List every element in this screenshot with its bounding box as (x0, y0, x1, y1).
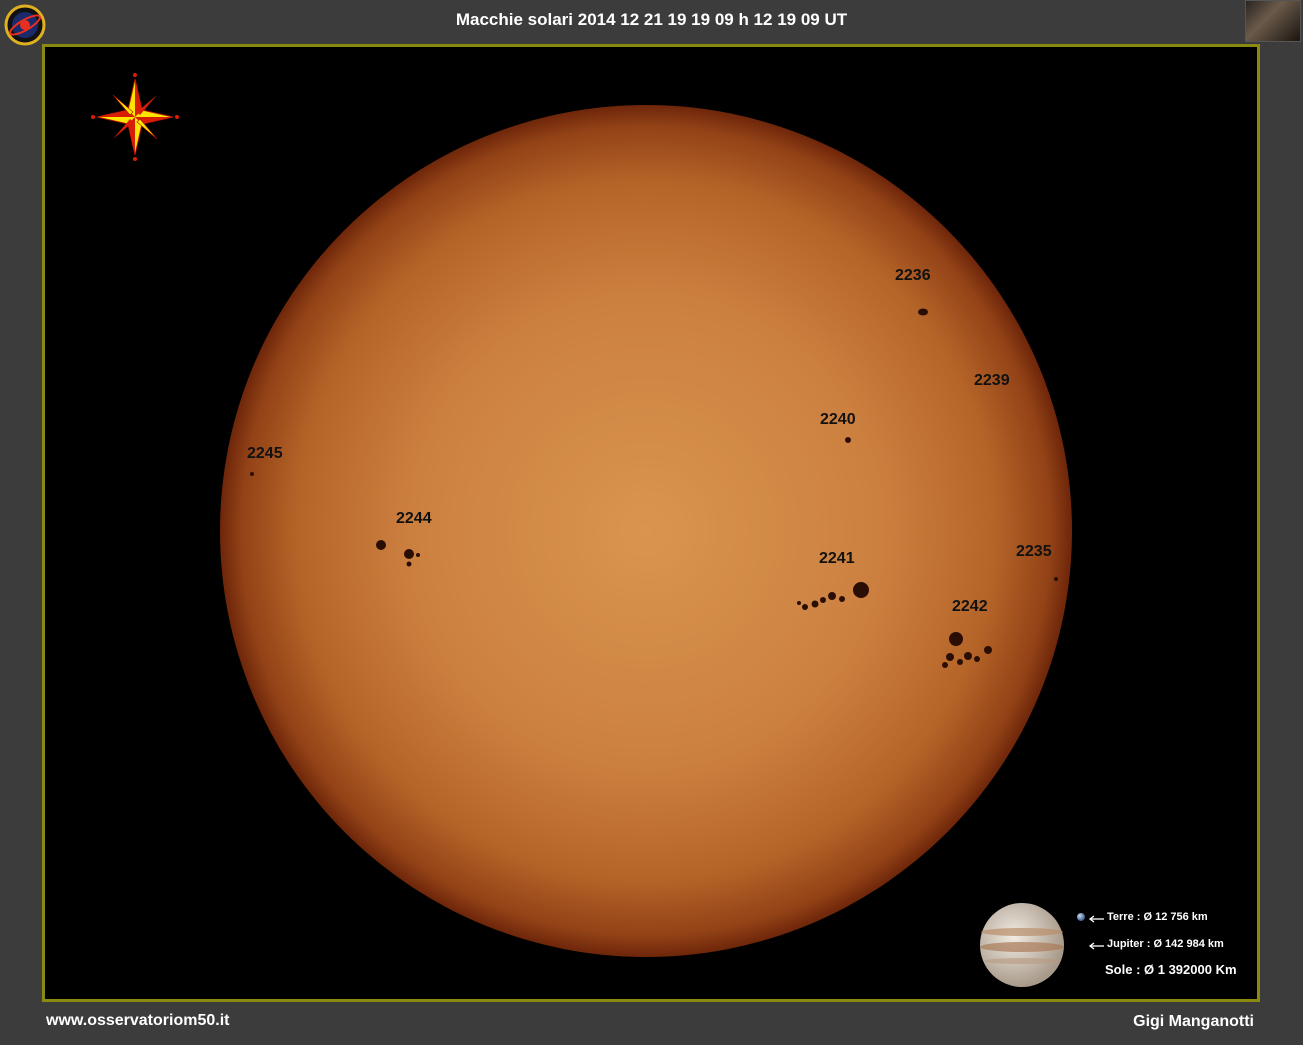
author-credit: Gigi Manganotti (1133, 1013, 1254, 1030)
sunspot-2244-b (404, 549, 414, 559)
sunspot-2236 (918, 308, 928, 316)
sunspot-label-2235: 2235 (1016, 543, 1052, 560)
sunspot-label-2239: 2239 (974, 372, 1010, 389)
legend-earth: Terre : Ø 12 756 km (1107, 911, 1208, 923)
sunspot-2241-a (828, 592, 836, 600)
earth-comparison (1077, 913, 1085, 921)
legend-jupiter: Jupiter : Ø 142 984 km (1107, 938, 1224, 950)
sunspot-2242-main (949, 632, 963, 646)
image-frame: 2236 2239 2240 2245 2244 2241 2235 2242 … (42, 44, 1260, 1002)
compass-rose-icon (90, 72, 180, 162)
sun-image (220, 105, 1104, 987)
jupiter-comparison (980, 903, 1064, 987)
sunspot-label-2240: 2240 (820, 411, 856, 428)
sunspot-2244-a (376, 540, 386, 550)
sunspot-label-2236: 2236 (895, 267, 931, 284)
sunspot-label-2244: 2244 (396, 510, 432, 527)
sunspot-2240 (845, 437, 851, 443)
sunspot-label-2241: 2241 (819, 550, 855, 567)
observatory-logo (4, 4, 46, 46)
sunspot-label-2245: 2245 (247, 445, 283, 462)
website-link[interactable]: www.osservatoriom50.it (46, 1012, 229, 1030)
observer-thumbnail (1245, 0, 1301, 42)
sunspot-2245 (250, 472, 254, 476)
sunspot-2241-main (853, 582, 869, 598)
image-title: Macchie solari 2014 12 21 19 19 09 h 12 … (455, 10, 848, 29)
sun-disk (220, 105, 1072, 957)
sunspot-2235 (1054, 577, 1058, 581)
sunspot-label-2242: 2242 (952, 598, 988, 615)
legend-sun: Sole : Ø 1 392000 Km (1105, 962, 1237, 977)
